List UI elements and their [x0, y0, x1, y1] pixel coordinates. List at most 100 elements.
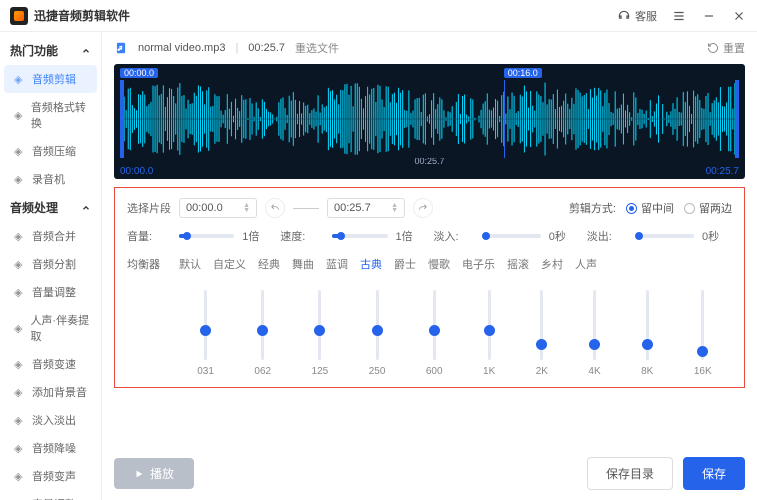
sidebar-item[interactable]: ◈音频剪辑	[4, 65, 97, 93]
sidebar-item[interactable]: ◈音频降噪	[0, 434, 101, 462]
sidebar-item[interactable]: ◈音频压缩	[0, 137, 101, 165]
sidebar-item[interactable]: ◈音频格式转换	[0, 93, 101, 137]
app-logo	[10, 7, 28, 25]
fadein-slider[interactable]	[486, 234, 541, 238]
speed-slider[interactable]	[332, 234, 387, 238]
volume-icon: ◈	[14, 286, 26, 298]
menu-icon	[672, 9, 686, 23]
eq-band-label: 600	[426, 366, 443, 377]
eq-band-slider[interactable]	[261, 290, 264, 360]
segment-from-input[interactable]: 00:00.0▲▼	[179, 198, 257, 218]
selection-handle-right[interactable]	[735, 80, 739, 158]
sidebar-item[interactable]: ◈音量调整	[0, 490, 101, 500]
sidebar: 热门功能◈音频剪辑◈音频格式转换◈音频压缩◈录音机音频处理◈音频合并◈音频分割◈…	[0, 32, 102, 500]
eq-tab[interactable]: 爵士	[394, 254, 416, 274]
customer-service-label: 客服	[635, 8, 657, 24]
timeline-end: 00:25.7	[706, 166, 739, 177]
menu-button[interactable]	[671, 8, 687, 24]
speed-label: 速度:	[280, 228, 324, 244]
eq-band-slider[interactable]	[540, 290, 543, 360]
eq-band-slider[interactable]	[593, 290, 596, 360]
sidebar-item[interactable]: ◈音频变声	[0, 462, 101, 490]
segment-label: 选择片段	[127, 200, 171, 216]
fade-icon: ◈	[14, 414, 26, 426]
convert-icon: ◈	[14, 109, 25, 121]
sidebar-item[interactable]: ◈淡入淡出	[0, 406, 101, 434]
waveform-canvas[interactable]	[120, 80, 739, 158]
sidebar-item[interactable]: ◈音量调整	[0, 278, 101, 306]
redo-icon	[418, 203, 428, 213]
eq-band-slider[interactable]	[701, 290, 704, 360]
save-dir-button[interactable]: 保存目录	[587, 457, 673, 490]
volume-label: 音量:	[127, 228, 171, 244]
audio-file-icon	[114, 41, 128, 55]
eq-band-slider[interactable]	[376, 290, 379, 360]
volume-slider[interactable]	[179, 234, 234, 238]
clip-mode-keep-sides-radio[interactable]: 留两边	[684, 200, 732, 216]
eq-tab[interactable]: 默认	[179, 254, 201, 274]
eq-tab[interactable]: 人声	[575, 254, 597, 274]
redo-button[interactable]	[413, 198, 433, 218]
vocal-icon: ◈	[14, 322, 24, 334]
speed-value: 1倍	[396, 228, 426, 244]
fadein-value: 0秒	[549, 228, 579, 244]
eq-tab[interactable]: 经典	[258, 254, 280, 274]
sidebar-item[interactable]: ◈音频合并	[0, 222, 101, 250]
undo-button[interactable]	[265, 198, 285, 218]
headset-icon	[617, 9, 631, 23]
eq-tab[interactable]: 摇滚	[507, 254, 529, 274]
eq-tab[interactable]: 慢歌	[428, 254, 450, 274]
sidebar-item[interactable]: ◈添加背景音	[0, 378, 101, 406]
marker-mid[interactable]: 00:16.0	[504, 68, 542, 78]
clip-mode-keep-middle-radio[interactable]: 留中间	[626, 200, 674, 216]
eq-band-slider[interactable]	[204, 290, 207, 360]
eq-tab[interactable]: 自定义	[213, 254, 246, 274]
noise-icon: ◈	[14, 442, 26, 454]
reset-label: 重置	[723, 40, 745, 56]
play-button[interactable]: 播放	[114, 458, 194, 489]
eq-band-label: 062	[254, 366, 271, 377]
reselect-file-link[interactable]: 重选文件	[295, 40, 339, 56]
chevron-up-icon	[81, 203, 91, 213]
eq-band-slider[interactable]	[433, 290, 436, 360]
minimize-button[interactable]	[701, 8, 717, 24]
reset-icon	[707, 42, 719, 54]
eq-band-label: 125	[312, 366, 329, 377]
eq-band-slider[interactable]	[488, 290, 491, 360]
fadeout-slider[interactable]	[639, 234, 694, 238]
eq-band-slider[interactable]	[646, 290, 649, 360]
volume-value: 1倍	[242, 228, 272, 244]
eq-tab[interactable]: 乡村	[541, 254, 563, 274]
waveform-svg	[120, 80, 739, 158]
app-title: 迅捷音频剪辑软件	[34, 7, 617, 24]
segment-to-input[interactable]: 00:25.7▲▼	[327, 198, 405, 218]
sidebar-section[interactable]: 音频处理	[0, 193, 101, 222]
marker-start[interactable]: 00:00.0	[120, 68, 158, 78]
sidebar-item[interactable]: ◈音频变速	[0, 350, 101, 378]
selection-handle-left[interactable]	[120, 80, 124, 158]
chevron-up-icon	[81, 46, 91, 56]
waveform-panel: 00:00.0 00:16.0 00:25.7 00:00.0 00:25.7	[114, 64, 745, 179]
eq-band-slider[interactable]	[318, 290, 321, 360]
eq-band-label: 16K	[694, 366, 712, 377]
close-button[interactable]	[731, 8, 747, 24]
mic-icon: ◈	[14, 173, 26, 185]
customer-service-button[interactable]: 客服	[617, 8, 657, 24]
sidebar-item[interactable]: ◈人声·伴奏提取	[0, 306, 101, 350]
eq-tab[interactable]: 蓝调	[326, 254, 348, 274]
split-icon: ◈	[14, 258, 26, 270]
eq-tab[interactable]: 古典	[360, 254, 382, 274]
pitch-icon: ◈	[14, 470, 26, 482]
scissors-icon: ◈	[14, 73, 26, 85]
eq-tab[interactable]: 舞曲	[292, 254, 314, 274]
save-button[interactable]: 保存	[683, 457, 745, 490]
merge-icon: ◈	[14, 230, 26, 242]
reset-button[interactable]: 重置	[707, 40, 745, 56]
compress-icon: ◈	[14, 145, 26, 157]
file-name: normal video.mp3	[138, 42, 225, 54]
sidebar-item[interactable]: ◈音频分割	[0, 250, 101, 278]
sidebar-item[interactable]: ◈录音机	[0, 165, 101, 193]
eq-band-label: 250	[369, 366, 386, 377]
eq-tab[interactable]: 电子乐	[462, 254, 495, 274]
sidebar-section[interactable]: 热门功能	[0, 36, 101, 65]
